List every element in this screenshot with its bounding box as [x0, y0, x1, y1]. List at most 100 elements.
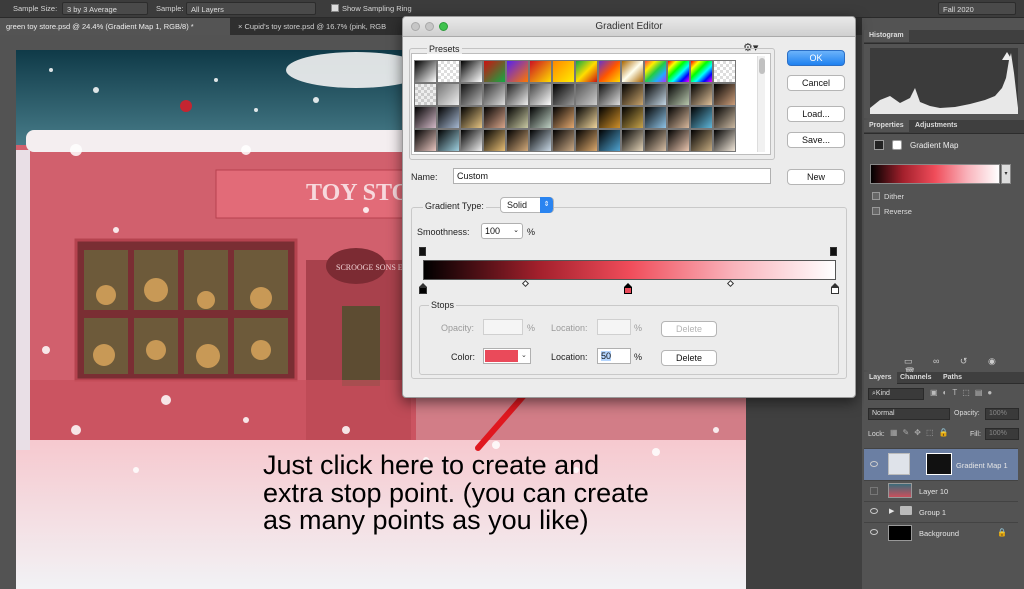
preset-swatch[interactable]	[644, 60, 667, 83]
preset-swatch[interactable]	[621, 60, 644, 83]
preset-swatch[interactable]	[667, 106, 690, 129]
preset-swatch[interactable]	[437, 83, 460, 106]
load-button[interactable]: Load...	[787, 106, 845, 122]
tab-properties[interactable]: Properties	[864, 120, 909, 132]
preset-swatch[interactable]	[575, 106, 598, 129]
preset-swatch[interactable]	[414, 129, 437, 152]
preset-swatch[interactable]	[506, 106, 529, 129]
preset-swatch[interactable]	[552, 129, 575, 152]
preset-swatch[interactable]	[483, 129, 506, 152]
preset-swatch[interactable]	[414, 60, 437, 83]
visibility-eye-icon[interactable]	[870, 529, 878, 535]
preset-swatch[interactable]	[460, 106, 483, 129]
layer-opacity-input[interactable]: 100%	[985, 408, 1019, 420]
tab-adjustments[interactable]: Adjustments	[910, 120, 962, 132]
gradient-preview-bar[interactable]	[423, 260, 836, 280]
adjustment-layer-icon[interactable]	[874, 140, 884, 150]
preset-swatch[interactable]	[644, 83, 667, 106]
tab-cupids-toy-store[interactable]: × Cupid's toy store.psd @ 16.7% (pink, R…	[232, 18, 404, 35]
chevron-right-icon[interactable]: ▶	[889, 507, 894, 515]
preset-swatch[interactable]	[598, 129, 621, 152]
color-stop-selected[interactable]	[624, 283, 632, 294]
tab-green-toy-store[interactable]: green toy store.psd @ 24.4% (Gradient Ma…	[0, 18, 230, 35]
save-button[interactable]: Save...	[787, 132, 845, 148]
preset-swatch[interactable]	[644, 129, 667, 152]
ok-button[interactable]: OK	[787, 50, 845, 66]
preset-swatch[interactable]	[598, 106, 621, 129]
visibility-eye-icon[interactable]	[870, 508, 878, 514]
visibility-toggle[interactable]	[870, 487, 878, 495]
layer-filter-icons[interactable]: ▣◐T⬚▤●	[930, 388, 1020, 400]
zoom-window-icon[interactable]	[439, 22, 448, 31]
preset-swatch[interactable]	[575, 60, 598, 83]
preset-swatch[interactable]	[713, 60, 736, 83]
preset-swatch[interactable]	[598, 83, 621, 106]
reverse-checkbox[interactable]	[872, 207, 880, 215]
color-stop-white[interactable]	[831, 283, 839, 294]
dither-checkbox[interactable]	[872, 192, 880, 200]
sample-select[interactable]: All Layers	[186, 2, 316, 15]
preset-swatch[interactable]	[690, 129, 713, 152]
name-input[interactable]: Custom	[453, 168, 771, 184]
preset-swatch[interactable]	[690, 83, 713, 106]
preset-swatch[interactable]	[460, 60, 483, 83]
layer-filter-select[interactable]: ⌕Kind	[868, 388, 924, 400]
preset-swatch[interactable]	[552, 60, 575, 83]
properties-footer-icons[interactable]: ▭ ∞ ↺ ◉ 🗑	[904, 356, 1022, 377]
preset-swatch[interactable]	[575, 83, 598, 106]
preset-swatch[interactable]	[713, 106, 736, 129]
opacity-stop-right[interactable]	[830, 247, 837, 256]
preset-swatch[interactable]	[460, 83, 483, 106]
preset-swatch[interactable]	[667, 83, 690, 106]
preset-swatch[interactable]	[713, 129, 736, 152]
scroll-thumb[interactable]	[759, 58, 765, 74]
layer-row-group-1[interactable]: ▶ Group 1	[864, 501, 1018, 521]
preset-swatch[interactable]	[644, 106, 667, 129]
layer-row-background[interactable]: Background 🔒	[864, 522, 1018, 542]
show-ring-checkbox[interactable]	[331, 4, 339, 12]
preset-swatch[interactable]	[414, 106, 437, 129]
color-swatch-picker[interactable]: ⌄	[483, 348, 531, 364]
preset-swatch[interactable]	[713, 83, 736, 106]
preset-swatch[interactable]	[529, 129, 552, 152]
sample-size-select[interactable]: 3 by 3 Average	[62, 2, 148, 15]
layer-row-gradient-map[interactable]: Gradient Map 1	[864, 448, 1018, 480]
preset-swatch[interactable]	[575, 129, 598, 152]
warning-icon[interactable]	[1002, 52, 1012, 60]
preset-swatch[interactable]	[621, 106, 644, 129]
color-delete-button[interactable]: Delete	[661, 350, 717, 366]
preset-swatch[interactable]	[690, 60, 713, 83]
gradient-type-select[interactable]: Solid ⇕	[500, 197, 554, 213]
preset-swatch[interactable]	[414, 83, 437, 106]
preset-swatch[interactable]	[667, 60, 690, 83]
chevron-down-icon[interactable]: ▾	[1001, 164, 1011, 184]
preset-swatch[interactable]	[552, 106, 575, 129]
preset-swatch[interactable]	[529, 106, 552, 129]
tab-channels[interactable]: Channels	[895, 372, 937, 384]
preset-swatch[interactable]	[437, 106, 460, 129]
smoothness-select[interactable]: 100 ⌄	[481, 223, 523, 239]
tab-layers[interactable]: Layers	[864, 372, 897, 384]
preset-swatch[interactable]	[506, 60, 529, 83]
workspace-select[interactable]: Fall 2020	[938, 2, 1016, 15]
visibility-eye-icon[interactable]	[870, 461, 878, 467]
tab-histogram[interactable]: Histogram	[864, 30, 909, 42]
preset-swatch[interactable]	[552, 83, 575, 106]
opacity-stop-left[interactable]	[419, 247, 426, 256]
preset-swatch[interactable]	[506, 129, 529, 152]
layer-row-layer-10[interactable]: Layer 10	[864, 480, 1018, 500]
lock-icons[interactable]: ▦✎✥⬚🔒	[890, 428, 962, 440]
preset-swatch[interactable]	[483, 106, 506, 129]
preset-swatch[interactable]	[621, 83, 644, 106]
mask-icon[interactable]	[892, 140, 902, 150]
preset-swatch[interactable]	[506, 83, 529, 106]
preset-swatch[interactable]	[529, 83, 552, 106]
preset-swatch[interactable]	[529, 60, 552, 83]
tab-paths[interactable]: Paths	[938, 372, 967, 384]
minimize-window-icon[interactable]	[425, 22, 434, 31]
preset-swatch[interactable]	[437, 129, 460, 152]
new-button[interactable]: New	[787, 169, 845, 185]
preset-swatch[interactable]	[690, 106, 713, 129]
preset-swatch[interactable]	[483, 60, 506, 83]
gradient-map-preview[interactable]	[870, 164, 1000, 184]
